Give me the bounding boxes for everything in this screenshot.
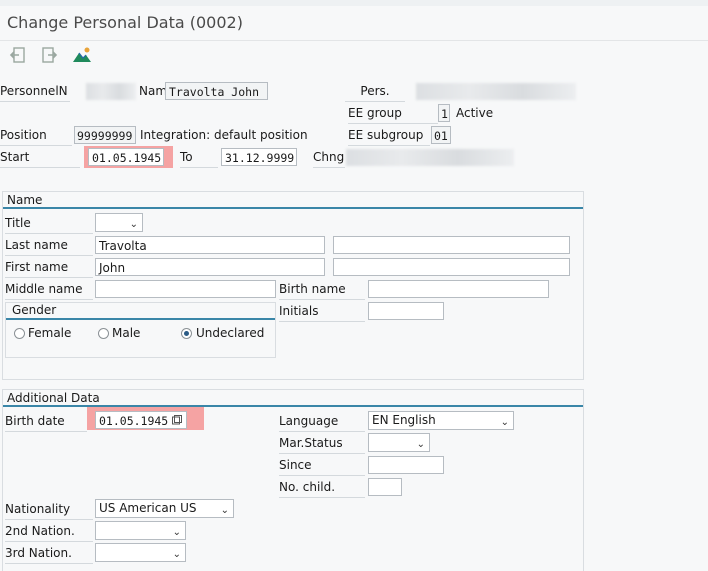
first-name-label: First name xyxy=(5,258,93,278)
nation3-label: 3rd Nation. xyxy=(5,544,93,564)
changed-info-field xyxy=(346,149,514,166)
since-label: Since xyxy=(279,456,365,476)
nationality-dropdown[interactable]: US American US ⌄ xyxy=(95,499,234,518)
birth-name-field[interactable] xyxy=(368,280,549,298)
last-name-field[interactable]: Travolta xyxy=(95,236,325,254)
start-label: Start xyxy=(0,148,80,168)
chevron-down-icon: ⌄ xyxy=(172,527,181,538)
female-radio[interactable] xyxy=(14,328,25,339)
personnel-number-field xyxy=(86,83,136,100)
no-child-field[interactable] xyxy=(368,478,402,496)
chevron-down-icon: ⌄ xyxy=(220,505,229,516)
language-label: Language xyxy=(279,412,365,432)
nation2-label: 2nd Nation. xyxy=(5,522,93,542)
calendar-icon[interactable] xyxy=(172,414,182,425)
top-strip xyxy=(0,0,708,6)
overview-icon[interactable] xyxy=(72,46,91,64)
ee-group-text: Active xyxy=(456,106,494,120)
male-label[interactable]: Male xyxy=(112,326,140,340)
female-label[interactable]: Female xyxy=(28,326,71,340)
initials-field[interactable] xyxy=(368,302,444,320)
position-text: Integration: default position xyxy=(140,128,308,142)
last-name-label: Last name xyxy=(5,236,93,256)
birth-date-label: Birth date xyxy=(5,412,87,432)
undeclared-radio[interactable] xyxy=(181,328,192,339)
language-dropdown[interactable]: EN English ⌄ xyxy=(368,411,514,430)
chevron-down-icon: ⌄ xyxy=(500,417,509,428)
nationality-label: Nationality xyxy=(5,500,93,520)
title-dropdown[interactable]: ⌄ xyxy=(95,213,143,232)
page-title: Change Personal Data (0002) xyxy=(7,13,243,32)
position-label: Position xyxy=(0,126,72,146)
personnel-label: PersonnelN xyxy=(0,82,70,102)
chevron-down-icon: ⌄ xyxy=(129,219,138,230)
pers-area-field xyxy=(416,83,576,100)
title-divider xyxy=(0,40,708,41)
title-label: Title xyxy=(5,214,93,234)
back-icon[interactable] xyxy=(9,46,27,64)
last-name-2-field[interactable] xyxy=(333,236,570,254)
additional-section-title: Additional Data xyxy=(7,391,100,405)
to-label: To xyxy=(180,148,218,168)
name-panel-header xyxy=(3,191,583,209)
mar-status-label: Mar.Status xyxy=(279,434,365,454)
male-radio[interactable] xyxy=(98,328,109,339)
middle-name-label: Middle name xyxy=(5,280,93,300)
pers-label: Pers. xyxy=(345,82,405,102)
name-label: Nam xyxy=(139,84,168,98)
first-name-field[interactable]: John xyxy=(95,258,325,276)
no-child-label: No. child. xyxy=(279,478,365,498)
name-field: Travolta John xyxy=(165,82,268,100)
end-date-field[interactable]: 31.12.9999 xyxy=(221,148,297,166)
chevron-down-icon: ⌄ xyxy=(172,549,181,560)
gender-title: Gender xyxy=(12,303,57,317)
mar-status-dropdown[interactable]: ⌄ xyxy=(368,433,430,452)
ee-subgroup-label: EE subgroup xyxy=(348,126,430,146)
middle-name-field[interactable] xyxy=(95,280,276,298)
birth-name-label: Birth name xyxy=(279,280,365,300)
ee-group-label: EE group xyxy=(348,104,438,124)
nation3-dropdown[interactable]: ⌄ xyxy=(95,543,186,562)
initials-label: Initials xyxy=(279,302,365,322)
since-field[interactable] xyxy=(368,456,444,474)
position-field: 99999999 xyxy=(74,126,136,144)
ee-group-field: 1 xyxy=(438,104,450,122)
ee-subgroup-field: 01 xyxy=(431,126,451,144)
forward-icon[interactable] xyxy=(40,46,58,64)
changed-label: Chng xyxy=(313,148,345,168)
name-section-title: Name xyxy=(7,193,43,207)
chevron-down-icon: ⌄ xyxy=(416,439,425,450)
first-name-2-field[interactable] xyxy=(333,258,570,276)
start-date-field[interactable]: 01.05.1945 xyxy=(88,148,164,166)
nation2-dropdown[interactable]: ⌄ xyxy=(95,521,186,540)
undeclared-label[interactable]: Undeclared xyxy=(196,326,264,340)
